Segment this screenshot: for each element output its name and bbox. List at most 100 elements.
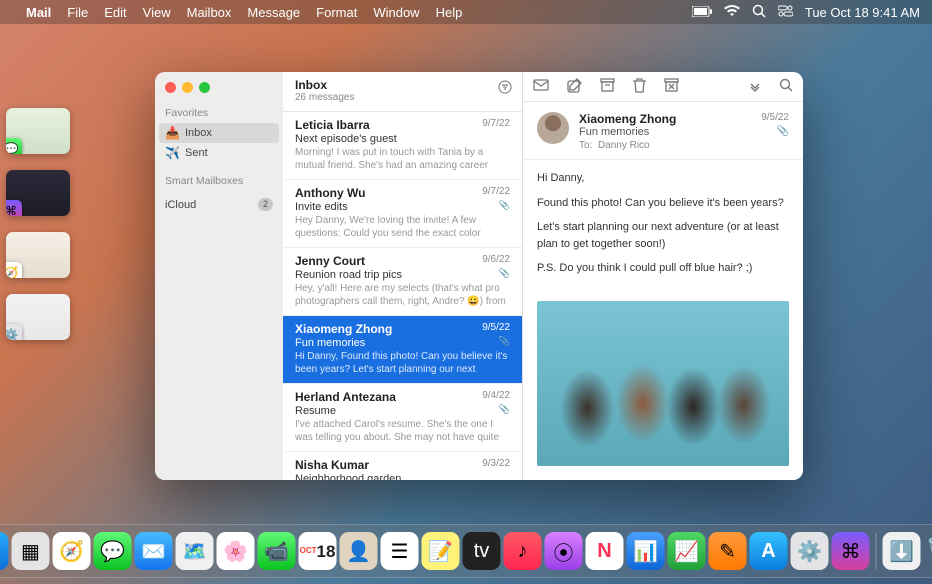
help-menu[interactable]: Help — [436, 5, 463, 20]
dock-numbers[interactable]: 📈 — [668, 532, 706, 570]
dock-maps[interactable]: 🗺️ — [176, 532, 214, 570]
wifi-icon[interactable] — [724, 5, 740, 20]
dock-news[interactable]: N — [586, 532, 624, 570]
row-date: 9/4/22 — [482, 390, 510, 401]
message-list[interactable]: Leticia Ibarra9/7/22Next episode's guest… — [283, 112, 522, 480]
body-paragraph: Hi Danny, — [537, 170, 789, 187]
sent-icon: ✈️ — [165, 146, 179, 160]
search-button[interactable] — [779, 78, 793, 95]
dock-photos[interactable]: 🌸 — [217, 532, 255, 570]
message-row[interactable]: Leticia Ibarra9/7/22Next episode's guest… — [283, 112, 522, 180]
cal-month: OCT — [300, 547, 317, 555]
junk-button[interactable] — [664, 78, 679, 95]
row-date: 9/3/22 — [482, 458, 510, 469]
row-sender: Herland Antezana — [295, 390, 510, 404]
row-sender: Xiaomeng Zhong — [295, 322, 510, 336]
to-name: Danny Rico — [598, 140, 650, 151]
message-row[interactable]: Jenny Court9/6/22📎Reunion road trip pics… — [283, 248, 522, 316]
dock-trash[interactable]: 🗑️ — [924, 532, 932, 570]
archive-button[interactable] — [600, 78, 615, 95]
message-row[interactable]: Anthony Wu9/7/22📎Invite editsHey Danny, … — [283, 180, 522, 248]
sender-avatar[interactable] — [537, 112, 569, 144]
dock-appstore[interactable]: A — [750, 532, 788, 570]
stage-thumb-settings[interactable]: ⚙️ — [6, 294, 70, 340]
dock-calendar[interactable]: OCT18 — [299, 532, 337, 570]
format-menu[interactable]: Format — [316, 5, 357, 20]
row-date: 9/7/22 — [482, 186, 510, 197]
stage-thumb-messages[interactable]: 💬 — [6, 108, 70, 154]
row-subject: Fun memories — [295, 337, 510, 349]
row-date: 9/7/22 — [482, 118, 510, 129]
reply-button[interactable] — [533, 78, 549, 95]
reader-toolbar — [523, 72, 803, 102]
body-paragraph: Let's start planning our next adventure … — [537, 219, 789, 252]
dock-downloads[interactable]: ⬇️ — [883, 532, 921, 570]
dock-shortcuts[interactable]: ⌘ — [832, 532, 870, 570]
dock: 🙂 ▦ 🧭 💬 ✉️ 🗺️ 🌸 📹 OCT18 👤 ☰ 📝 tv ♪ ⦿ N 📊… — [0, 524, 932, 578]
spotlight-icon[interactable] — [752, 4, 766, 21]
row-preview: Hi Danny, Found this photo! Can you beli… — [295, 351, 510, 376]
cal-day: 18 — [316, 543, 335, 560]
message-header: Xiaomeng Zhong Fun memories To: Danny Ri… — [523, 102, 803, 160]
dock-messages[interactable]: 💬 — [94, 532, 132, 570]
sidebar-item-icloud[interactable]: iCloud 2 — [155, 195, 283, 214]
message-row[interactable]: Nisha Kumar9/3/22Neighborhood gardenWe'r… — [283, 452, 522, 480]
delete-button[interactable] — [633, 78, 646, 96]
attached-photo[interactable] — [537, 301, 789, 466]
sidebar-item-inbox[interactable]: 📥 Inbox — [159, 123, 279, 143]
stage-thumb-safari[interactable]: 🧭 — [6, 232, 70, 278]
filter-button[interactable] — [498, 80, 512, 97]
message-subject: Fun memories — [579, 126, 676, 138]
view-menu[interactable]: View — [143, 5, 171, 20]
mailbox-menu[interactable]: Mailbox — [187, 5, 232, 20]
row-preview: Morning! I was put in touch with Tania b… — [295, 147, 510, 172]
dock-finder[interactable]: 🙂 — [0, 532, 9, 570]
row-subject: Next episode's guest — [295, 133, 510, 145]
message-count: 26 messages — [295, 92, 510, 103]
message-menu[interactable]: Message — [247, 5, 300, 20]
dock-notes[interactable]: 📝 — [422, 532, 460, 570]
dock-settings[interactable]: ⚙️ — [791, 532, 829, 570]
attachment-icon: 📎 — [499, 268, 510, 279]
attachment-icon: 📎 — [499, 404, 510, 415]
dock-facetime[interactable]: 📹 — [258, 532, 296, 570]
body-paragraph: Found this photo! Can you believe it's b… — [537, 195, 789, 212]
dock-keynote[interactable]: 📊 — [627, 532, 665, 570]
dock-contacts[interactable]: 👤 — [340, 532, 378, 570]
dock-safari[interactable]: 🧭 — [53, 532, 91, 570]
menubar-clock[interactable]: Tue Oct 18 9:41 AM — [805, 5, 920, 20]
stage-thumb-shortcuts[interactable]: ⌘ — [6, 170, 70, 216]
battery-icon[interactable] — [692, 5, 712, 20]
to-label: To: — [579, 140, 592, 151]
sidebar-item-sent[interactable]: ✈️ Sent — [155, 143, 283, 163]
message-row[interactable]: Herland Antezana9/4/22📎ResumeI've attach… — [283, 384, 522, 452]
row-preview: I've attached Carol's resume. She's the … — [295, 419, 510, 444]
dock-launchpad[interactable]: ▦ — [12, 532, 50, 570]
row-date: 9/5/22 — [482, 322, 510, 333]
row-sender: Nisha Kumar — [295, 458, 510, 472]
compose-button[interactable] — [567, 78, 582, 96]
icloud-badge: 2 — [258, 198, 273, 211]
file-menu[interactable]: File — [67, 5, 88, 20]
close-button[interactable] — [165, 82, 176, 93]
window-menu[interactable]: Window — [373, 5, 419, 20]
control-center-icon[interactable] — [778, 5, 793, 20]
row-preview: Hey Danny, We're loving the invite! A fe… — [295, 215, 510, 240]
edit-menu[interactable]: Edit — [104, 5, 126, 20]
body-paragraph: P.S. Do you think I could pull off blue … — [537, 260, 789, 277]
dock-pages[interactable]: ✎ — [709, 532, 747, 570]
mailbox-sidebar: Favorites 📥 Inbox ✈️ Sent Smart Mailboxe… — [155, 72, 283, 480]
dock-reminders[interactable]: ☰ — [381, 532, 419, 570]
more-button[interactable] — [749, 79, 761, 95]
dock-podcasts[interactable]: ⦿ — [545, 532, 583, 570]
dock-tv[interactable]: tv — [463, 532, 501, 570]
list-header: Inbox 26 messages — [283, 72, 522, 112]
dock-music[interactable]: ♪ — [504, 532, 542, 570]
message-row[interactable]: Xiaomeng Zhong9/5/22📎Fun memoriesHi Dann… — [283, 316, 522, 384]
row-subject: Invite edits — [295, 201, 510, 213]
app-menu[interactable]: Mail — [26, 5, 51, 20]
zoom-button[interactable] — [199, 82, 210, 93]
minimize-button[interactable] — [182, 82, 193, 93]
dock-mail[interactable]: ✉️ — [135, 532, 173, 570]
message-list-pane: Inbox 26 messages Leticia Ibarra9/7/22Ne… — [283, 72, 523, 480]
